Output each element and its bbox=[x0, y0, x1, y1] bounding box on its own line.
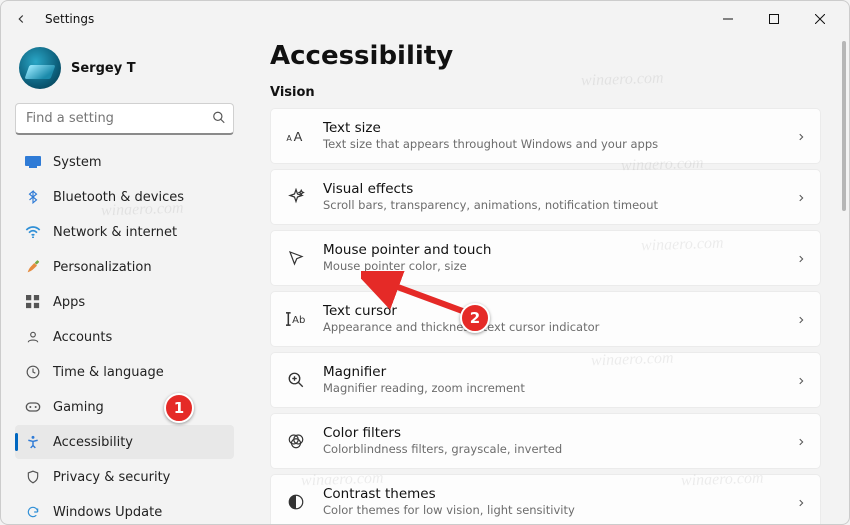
sidebar-item-privacy[interactable]: Privacy & security bbox=[15, 460, 234, 494]
card-desc: Colorblindness filters, grayscale, inver… bbox=[323, 442, 562, 457]
gaming-icon bbox=[25, 399, 41, 415]
annotation-marker-1: 1 bbox=[164, 393, 194, 423]
sidebar-item-personalization[interactable]: Personalization bbox=[15, 250, 234, 284]
svg-text:A: A bbox=[294, 130, 303, 144]
title-bar: Settings bbox=[1, 1, 849, 37]
card-desc: Color themes for low vision, light sensi… bbox=[323, 503, 575, 518]
section-label-vision: Vision bbox=[270, 85, 821, 100]
card-magnifier[interactable]: Magnifier Magnifier reading, zoom increm… bbox=[270, 352, 821, 408]
card-mouse-pointer[interactable]: Mouse pointer and touch Mouse pointer co… bbox=[270, 230, 821, 286]
sidebar-item-label: Windows Update bbox=[53, 505, 162, 520]
back-button[interactable] bbox=[7, 5, 35, 33]
card-desc: Scroll bars, transparency, animations, n… bbox=[323, 198, 658, 213]
main-content: Accessibility Vision AA Text size Text s… bbox=[246, 37, 849, 524]
magnifier-icon bbox=[285, 369, 307, 391]
card-text-cursor[interactable]: Ab Text cursor Appearance and thickness,… bbox=[270, 291, 821, 347]
color-filter-icon bbox=[285, 430, 307, 452]
apps-icon bbox=[25, 294, 41, 310]
sidebar-item-label: Personalization bbox=[53, 260, 152, 275]
chevron-right-icon bbox=[796, 188, 806, 207]
sidebar-item-label: Time & language bbox=[53, 365, 164, 380]
svg-text:A: A bbox=[286, 134, 292, 143]
annotation-marker-2: 2 bbox=[460, 303, 490, 333]
minimize-button[interactable] bbox=[705, 3, 751, 35]
clock-icon bbox=[25, 364, 41, 380]
text-cursor-icon: Ab bbox=[285, 308, 307, 330]
chevron-right-icon bbox=[796, 310, 806, 329]
svg-text:Ab: Ab bbox=[292, 315, 305, 326]
sparkle-icon bbox=[285, 186, 307, 208]
card-text-size[interactable]: AA Text size Text size that appears thro… bbox=[270, 108, 821, 164]
sidebar-item-label: Apps bbox=[53, 295, 85, 310]
card-color-filters[interactable]: Color filters Colorblindness filters, gr… bbox=[270, 413, 821, 469]
maximize-icon bbox=[769, 14, 779, 24]
chevron-right-icon bbox=[796, 371, 806, 390]
sidebar-item-label: Network & internet bbox=[53, 225, 177, 240]
sidebar-item-accounts[interactable]: Accounts bbox=[15, 320, 234, 354]
window-title: Settings bbox=[45, 12, 94, 26]
card-desc: Text size that appears throughout Window… bbox=[323, 137, 658, 152]
wifi-icon bbox=[25, 224, 41, 240]
sidebar-item-label: Gaming bbox=[53, 400, 104, 415]
sidebar-item-label: Accessibility bbox=[53, 435, 133, 450]
card-contrast-themes[interactable]: Contrast themes Color themes for low vis… bbox=[270, 474, 821, 524]
close-icon bbox=[815, 14, 825, 24]
card-title: Mouse pointer and touch bbox=[323, 242, 491, 258]
sidebar-item-bluetooth[interactable]: Bluetooth & devices bbox=[15, 180, 234, 214]
card-title: Magnifier bbox=[323, 364, 525, 380]
shield-icon bbox=[25, 469, 41, 485]
card-title: Text size bbox=[323, 120, 658, 136]
update-icon bbox=[25, 504, 41, 520]
pointer-icon bbox=[285, 247, 307, 269]
card-title: Color filters bbox=[323, 425, 562, 441]
accessibility-icon bbox=[25, 434, 41, 450]
user-account-row[interactable]: Sergey T bbox=[15, 43, 234, 101]
sidebar-item-apps[interactable]: Apps bbox=[15, 285, 234, 319]
accounts-icon bbox=[25, 329, 41, 345]
search-wrap bbox=[15, 103, 234, 135]
contrast-icon bbox=[285, 491, 307, 513]
search-icon bbox=[212, 110, 226, 129]
back-arrow-icon bbox=[14, 12, 28, 26]
nav: System Bluetooth & devices Network & int… bbox=[15, 145, 234, 525]
chevron-right-icon bbox=[796, 432, 806, 451]
sidebar-item-windows-update[interactable]: Windows Update bbox=[15, 495, 234, 525]
page-title: Accessibility bbox=[270, 41, 821, 71]
chevron-right-icon bbox=[796, 493, 806, 512]
cards-list: AA Text size Text size that appears thro… bbox=[270, 108, 821, 524]
chevron-right-icon bbox=[796, 249, 806, 268]
card-desc: Mouse pointer color, size bbox=[323, 259, 491, 274]
chevron-right-icon bbox=[796, 127, 806, 146]
window-controls bbox=[705, 3, 843, 35]
settings-window: Settings Sergey T bbox=[0, 0, 850, 525]
card-desc: Magnifier reading, zoom increment bbox=[323, 381, 525, 396]
sidebar-item-label: System bbox=[53, 155, 101, 170]
minimize-icon bbox=[723, 14, 733, 24]
vertical-scrollbar[interactable] bbox=[842, 41, 846, 211]
sidebar-item-network[interactable]: Network & internet bbox=[15, 215, 234, 249]
search-input[interactable] bbox=[15, 103, 234, 135]
maximize-button[interactable] bbox=[751, 3, 797, 35]
avatar bbox=[19, 47, 61, 89]
card-visual-effects[interactable]: Visual effects Scroll bars, transparency… bbox=[270, 169, 821, 225]
sidebar-item-accessibility[interactable]: Accessibility bbox=[15, 425, 234, 459]
sidebar-item-gaming[interactable]: Gaming bbox=[15, 390, 234, 424]
user-name: Sergey T bbox=[71, 61, 136, 76]
bluetooth-icon bbox=[25, 189, 41, 205]
sidebar: Sergey T System Bluetooth & devices bbox=[1, 37, 246, 524]
sidebar-item-label: Accounts bbox=[53, 330, 112, 345]
sidebar-item-system[interactable]: System bbox=[15, 145, 234, 179]
sidebar-item-label: Privacy & security bbox=[53, 470, 170, 485]
text-size-icon: AA bbox=[285, 125, 307, 147]
sidebar-item-label: Bluetooth & devices bbox=[53, 190, 184, 205]
card-title: Contrast themes bbox=[323, 486, 575, 502]
card-title: Visual effects bbox=[323, 181, 658, 197]
sidebar-item-time-language[interactable]: Time & language bbox=[15, 355, 234, 389]
system-icon bbox=[25, 154, 41, 170]
paintbrush-icon bbox=[25, 259, 41, 275]
close-button[interactable] bbox=[797, 3, 843, 35]
